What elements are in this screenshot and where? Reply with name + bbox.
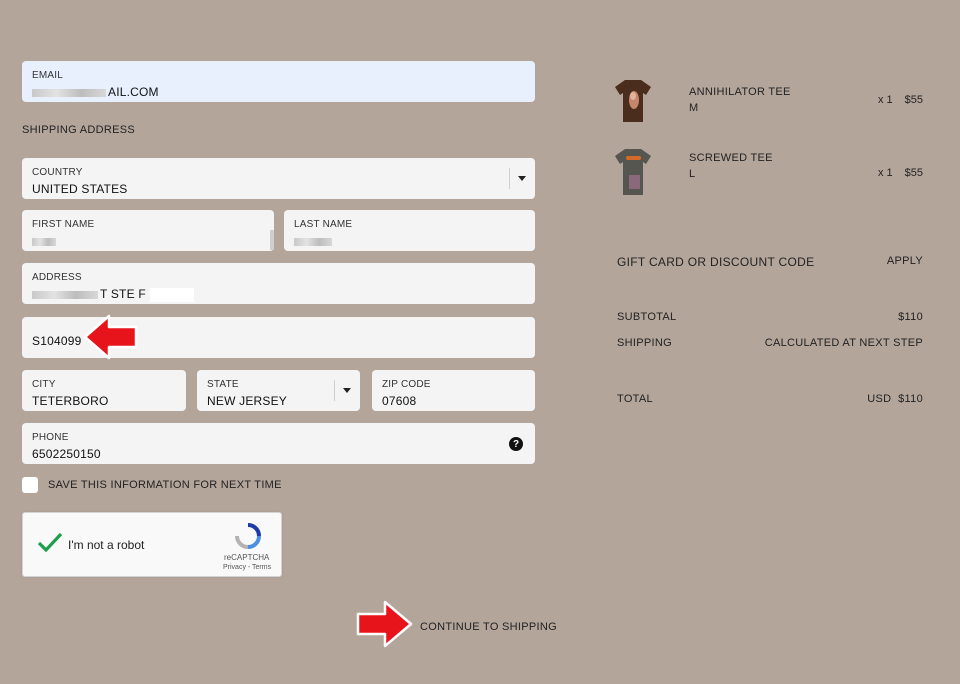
save-info-checkbox[interactable] bbox=[22, 477, 38, 493]
city-field[interactable]: CITY TETERBORO bbox=[22, 370, 186, 411]
address-value: T STE F bbox=[100, 287, 146, 301]
last-name-label: LAST NAME bbox=[294, 219, 353, 230]
checkmark-icon[interactable] bbox=[36, 531, 64, 555]
address-field[interactable]: ADDRESS T STE F bbox=[22, 263, 535, 304]
left-arrow-annotation-icon bbox=[83, 314, 138, 360]
right-arrow-annotation-icon bbox=[356, 600, 413, 648]
total-currency: USD bbox=[867, 393, 892, 405]
shipping-value: CALCULATED AT NEXT STEP bbox=[764, 337, 923, 349]
redacted-text bbox=[32, 88, 106, 97]
subtotal-label: SUBTOTAL bbox=[617, 311, 677, 323]
cart-item-name: ANNIHILATOR TEE bbox=[689, 86, 791, 98]
recaptcha-widget: I'm not a robot reCAPTCHA Privacy - Term… bbox=[22, 512, 282, 577]
help-icon[interactable]: ? bbox=[509, 437, 523, 451]
cart-item-qty: x 1 bbox=[878, 94, 893, 106]
scrollbar[interactable] bbox=[270, 230, 274, 250]
continue-to-shipping-button[interactable]: CONTINUE TO SHIPPING bbox=[420, 621, 557, 633]
cart-item-size: L bbox=[689, 168, 696, 180]
phone-label: PHONE bbox=[32, 432, 69, 443]
zip-field[interactable]: ZIP CODE 07608 bbox=[372, 370, 535, 411]
cart-item-name: SCREWED TEE bbox=[689, 152, 773, 164]
city-label: CITY bbox=[32, 379, 56, 390]
discount-code-input[interactable]: GIFT CARD OR DISCOUNT CODE bbox=[617, 255, 814, 269]
state-select[interactable]: STATE NEW JERSEY bbox=[197, 370, 360, 411]
country-select[interactable]: COUNTRY UNITED STATES bbox=[22, 158, 535, 199]
apply-button[interactable]: APPLY bbox=[887, 255, 923, 267]
total-label: TOTAL bbox=[617, 393, 653, 405]
state-label: STATE bbox=[207, 379, 239, 390]
zip-label: ZIP CODE bbox=[382, 379, 431, 390]
country-value: UNITED STATES bbox=[32, 182, 128, 196]
screwed-tee-thumbnail bbox=[615, 149, 651, 195]
country-dropdown-button[interactable] bbox=[509, 158, 535, 199]
country-label: COUNTRY bbox=[32, 167, 83, 178]
chevron-down-icon bbox=[343, 388, 351, 393]
redacted-text bbox=[32, 237, 56, 246]
save-info-label: SAVE THIS INFORMATION FOR NEXT TIME bbox=[48, 479, 282, 491]
recaptcha-label: I'm not a robot bbox=[68, 538, 145, 552]
address-label: ADDRESS bbox=[32, 272, 82, 283]
recaptcha-brand: reCAPTCHA bbox=[224, 553, 270, 562]
zip-value: 07608 bbox=[382, 394, 417, 408]
cart-item-size: M bbox=[689, 102, 699, 114]
state-value: NEW JERSEY bbox=[207, 394, 288, 408]
chevron-down-icon bbox=[518, 176, 526, 181]
state-dropdown-button[interactable] bbox=[334, 370, 360, 411]
last-name-field[interactable]: LAST NAME bbox=[284, 210, 535, 251]
email-label: EMAIL bbox=[32, 70, 64, 81]
redacted-white bbox=[149, 287, 194, 302]
recaptcha-logo-icon bbox=[235, 523, 261, 549]
cart-item-price: $55 bbox=[904, 167, 923, 179]
shipping-address-heading: SHIPPING ADDRESS bbox=[22, 124, 135, 136]
cart-item-price: $55 bbox=[904, 94, 923, 106]
subtotal-value: $110 bbox=[898, 311, 923, 323]
email-field[interactable]: EMAIL AIL.COM bbox=[22, 61, 535, 102]
recaptcha-links[interactable]: Privacy - Terms bbox=[223, 564, 271, 571]
annihilator-tee-thumbnail bbox=[615, 80, 651, 122]
redacted-text bbox=[32, 290, 98, 299]
city-value: TETERBORO bbox=[32, 394, 109, 408]
cart-item-qty: x 1 bbox=[878, 167, 893, 179]
email-value: AIL.COM bbox=[108, 85, 159, 99]
total-value: $110 bbox=[898, 393, 923, 405]
shipping-label: SHIPPING bbox=[617, 337, 672, 349]
first-name-field[interactable]: FIRST NAME bbox=[22, 210, 274, 251]
redacted-text bbox=[294, 237, 332, 246]
first-name-label: FIRST NAME bbox=[32, 219, 95, 230]
phone-field[interactable]: PHONE 6502250150 ? bbox=[22, 423, 535, 464]
phone-value: 6502250150 bbox=[32, 447, 101, 461]
